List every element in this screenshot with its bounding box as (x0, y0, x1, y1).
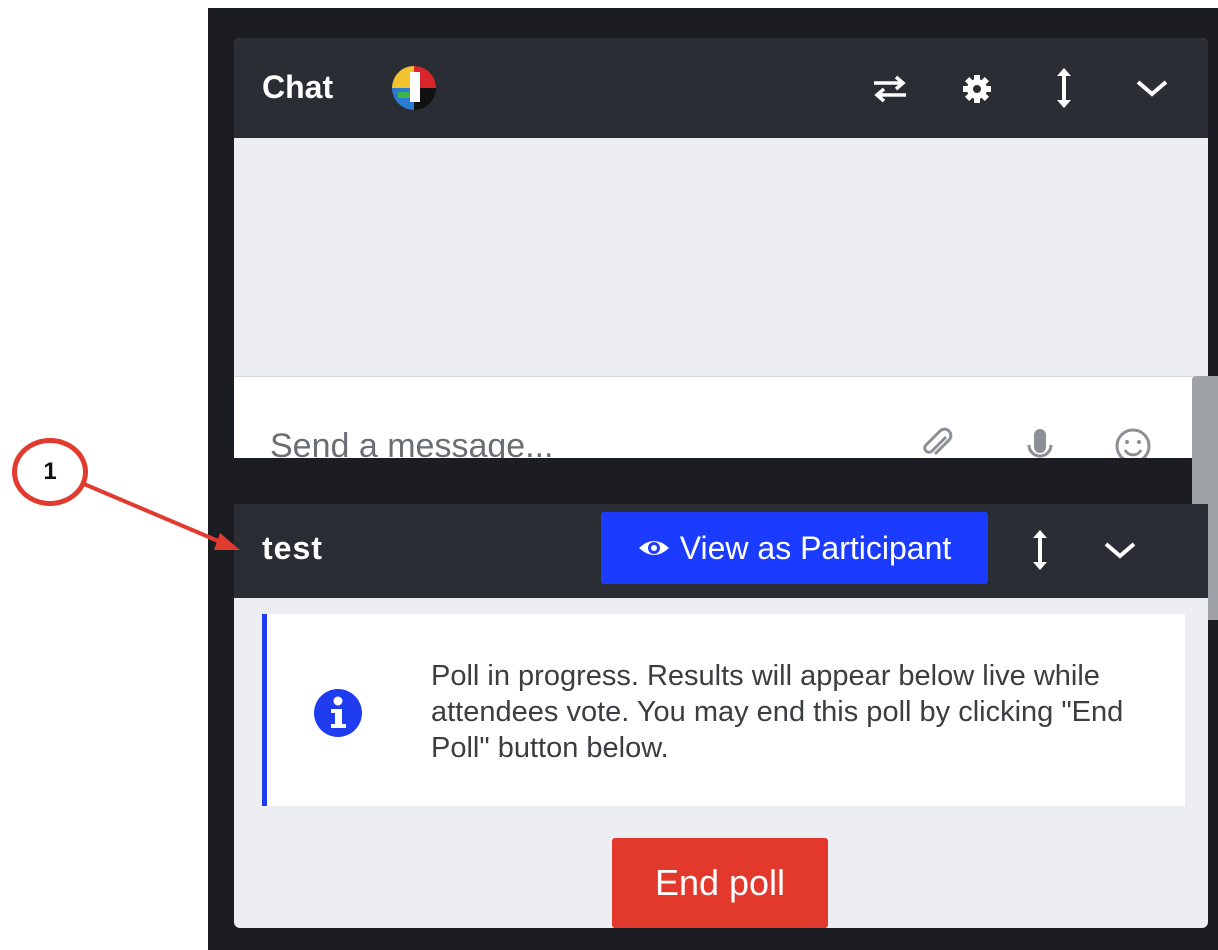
annotation-callout: 1 (12, 438, 88, 506)
poll-panel: test View as Participant Poll in progres… (234, 504, 1208, 928)
view-as-participant-label: View as Participant (679, 529, 952, 566)
info-icon (313, 688, 363, 738)
eye-icon (638, 530, 670, 567)
chat-header: Chat (234, 38, 1208, 138)
poll-info-text: Poll in progress. Results will appear be… (431, 660, 1124, 764)
resize-vertical-icon[interactable] (1030, 528, 1050, 572)
swap-icon[interactable] (870, 74, 910, 104)
end-poll-button[interactable]: End poll (612, 838, 828, 928)
poll-header: test View as Participant (234, 504, 1208, 598)
avatar[interactable] (392, 66, 436, 110)
view-as-participant-button[interactable]: View as Participant (601, 512, 988, 584)
chevron-down-icon[interactable] (1102, 538, 1138, 562)
chevron-down-icon[interactable] (1134, 76, 1170, 100)
message-input[interactable] (270, 421, 870, 458)
emoji-icon[interactable] (1114, 427, 1152, 458)
chat-messages (234, 138, 1208, 376)
chat-panel: Chat (234, 38, 1208, 458)
gear-icon[interactable] (962, 74, 992, 104)
poll-info-box: Poll in progress. Results will appear be… (262, 614, 1185, 806)
paperclip-icon[interactable] (920, 427, 956, 458)
chat-input-bar (234, 376, 1208, 458)
resize-vertical-icon[interactable] (1054, 66, 1074, 110)
annotation-number: 1 (43, 458, 57, 485)
microphone-icon[interactable] (1026, 427, 1054, 458)
annotation-arrow (83, 482, 240, 550)
